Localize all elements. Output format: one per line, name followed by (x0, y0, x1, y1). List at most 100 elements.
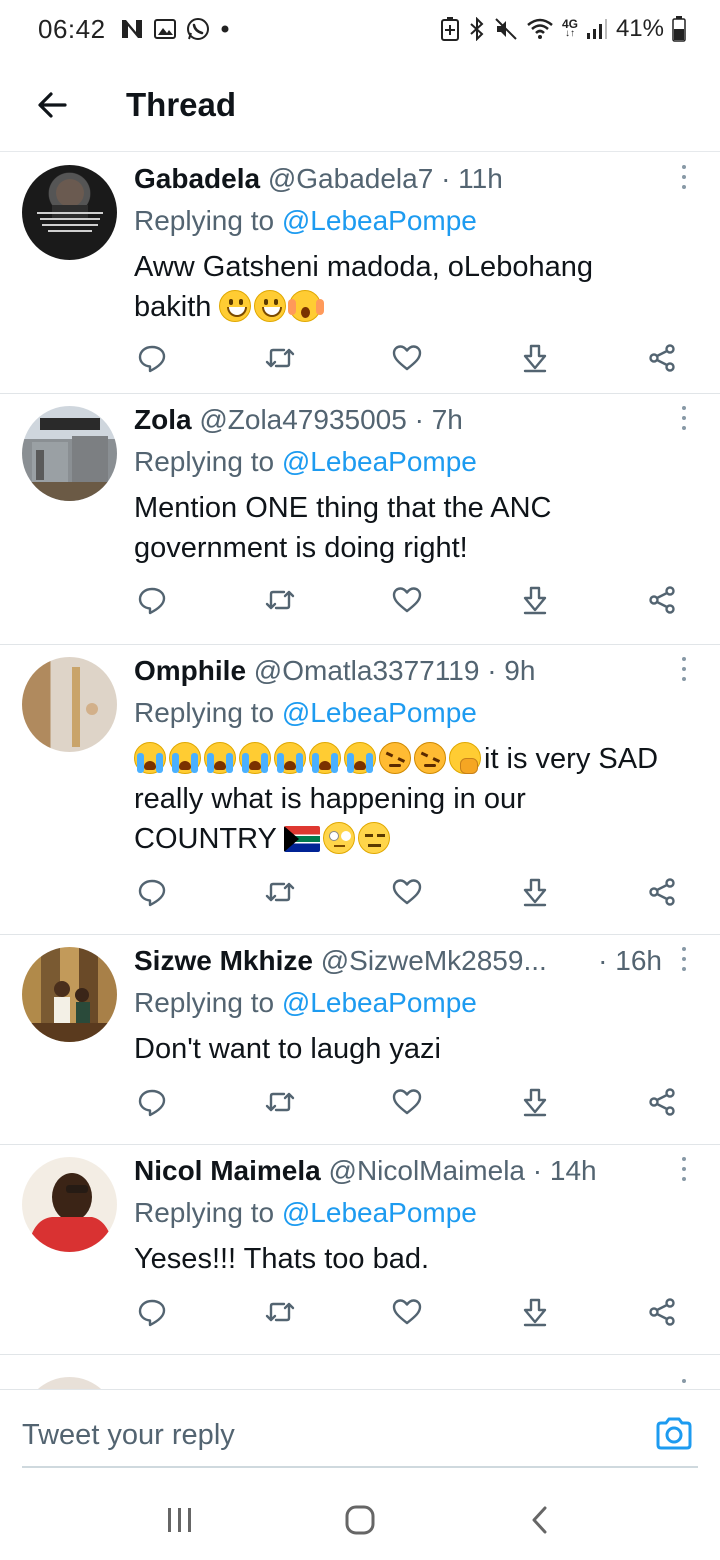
avatar[interactable] (22, 947, 117, 1042)
more-options-button[interactable] (672, 947, 696, 971)
download-button[interactable] (517, 582, 553, 618)
angry-face-emoji-icon (379, 742, 411, 774)
like-button[interactable] (389, 874, 425, 910)
recent-apps-button[interactable] (150, 1490, 210, 1550)
bluetooth-icon (468, 17, 486, 41)
retweet-button[interactable] (262, 1294, 298, 1330)
like-icon (392, 1089, 422, 1115)
display-name[interactable]: Gabadela (134, 163, 260, 194)
like-button[interactable] (389, 582, 425, 618)
share-button[interactable] (644, 874, 680, 910)
replying-to-handle[interactable]: @LebeaPompe (282, 205, 477, 236)
tweet-text-content: Aww Gatsheni madoda, oLebohang bakith (134, 251, 593, 323)
share-button[interactable] (644, 1294, 680, 1330)
display-name[interactable]: Nicol Maimela (134, 1155, 321, 1186)
more-options-button[interactable] (672, 406, 696, 430)
download-icon (523, 586, 546, 615)
replying-to: Replying to @LebeaPompe (134, 1193, 670, 1233)
separator: · (487, 655, 497, 686)
loudly-crying-face-emoji-icon (169, 742, 201, 774)
tweet[interactable]: Omphile @Omatla3377119 · 9h Replying to … (0, 645, 720, 935)
share-icon (649, 878, 675, 906)
replying-to-handle[interactable]: @LebeaPompe (282, 987, 477, 1018)
reply-button[interactable] (134, 874, 170, 910)
reply-button[interactable] (134, 1294, 170, 1330)
retweet-button[interactable] (262, 874, 298, 910)
signal-icon (586, 18, 608, 40)
more-options-button[interactable] (672, 657, 696, 681)
user-handle[interactable]: @NicolMaimela (329, 1155, 525, 1186)
download-button[interactable] (517, 1084, 553, 1120)
grinning-face-emoji-icon (219, 290, 252, 322)
system-back-button[interactable] (510, 1490, 570, 1550)
recent-apps-icon (168, 1507, 191, 1532)
download-button[interactable] (517, 340, 553, 376)
avatar-image (37, 179, 103, 232)
replying-to-handle[interactable]: @LebeaPompe (282, 446, 477, 477)
user-handle[interactable]: @Omatla3377119 (254, 655, 480, 686)
avatar[interactable] (22, 1377, 117, 1389)
like-button[interactable] (389, 340, 425, 376)
grinning-face-emoji-icon (254, 290, 287, 322)
share-button[interactable] (644, 1084, 680, 1120)
more-options-button[interactable] (672, 1379, 696, 1389)
tweet-actions (134, 874, 680, 910)
display-name[interactable]: Sizwe Mkhize (134, 943, 313, 979)
retweet-button[interactable] (262, 340, 298, 376)
network-4g-icon: 4G ↓↑ (561, 17, 578, 39)
avatar[interactable] (22, 165, 117, 260)
replying-to: Replying to @LebeaPompe (134, 442, 670, 482)
camera-button[interactable] (654, 1414, 694, 1454)
tweet[interactable]: Zola @Zola47935005 · 7h Replying to @Leb… (0, 394, 720, 645)
back-button[interactable] (22, 75, 82, 135)
south-africa-flag-emoji-icon (284, 826, 321, 852)
replying-to-handle[interactable]: @LebeaPompe (282, 697, 477, 728)
replying-to-label: Replying to (134, 697, 275, 728)
avatar[interactable] (22, 406, 117, 501)
display-name[interactable]: Zola (134, 404, 192, 435)
more-options-button[interactable] (672, 165, 696, 189)
status-time: 06:42 (38, 13, 106, 44)
reply-button[interactable] (134, 340, 170, 376)
reply-button[interactable] (134, 582, 170, 618)
expressionless-face-emoji-icon (358, 822, 391, 854)
tweet[interactable]: Gabadela @Gabadela7 · 11h Replying to @L… (0, 153, 720, 394)
tweet-time: 7h (431, 404, 463, 435)
tweet-body: Sizwe Mkhize @SizweMk2859... · 16h Reply… (134, 943, 662, 1069)
share-icon (649, 1298, 675, 1326)
avatar[interactable] (22, 657, 117, 752)
retweet-button[interactable] (262, 582, 298, 618)
tweet-header: Omphile @Omatla3377119 · 9h (134, 653, 670, 689)
replying-to-label: Replying to (134, 446, 275, 477)
download-button[interactable] (517, 874, 553, 910)
arrow-left-icon (38, 91, 67, 118)
reply-icon (138, 1089, 166, 1117)
avatar[interactable] (22, 1157, 117, 1252)
share-button[interactable] (644, 340, 680, 376)
share-button[interactable] (644, 582, 680, 618)
user-handle[interactable]: @Zola47935005 (199, 404, 406, 435)
display-name[interactable]: Omphile (134, 655, 246, 686)
loudly-crying-face-emoji-icon (134, 742, 166, 774)
replying-to-handle[interactable]: @LebeaPompe (282, 1197, 477, 1228)
tweet-header: Zola @Zola47935005 · 7h (134, 402, 670, 438)
loudly-crying-face-emoji-icon (309, 742, 341, 774)
retweet-button[interactable] (262, 1084, 298, 1120)
like-button[interactable] (389, 1294, 425, 1330)
tweet[interactable]: Sizwe Mkhize @SizweMk2859... · 16h Reply… (0, 935, 720, 1145)
download-button[interactable] (517, 1294, 553, 1330)
user-handle[interactable]: @SizweMk2859... (321, 943, 547, 979)
reply-input[interactable] (22, 1408, 622, 1462)
reply-button[interactable] (134, 1084, 170, 1120)
tweet[interactable]: Nicol Maimela @NicolMaimela · 14h Replyi… (0, 1145, 720, 1355)
tweet-partial[interactable] (0, 1355, 720, 1389)
tweet-text: Mention ONE thing that the ANC governmen… (134, 492, 552, 564)
more-options-button[interactable] (672, 1157, 696, 1181)
tweet-body: Gabadela @Gabadela7 · 11h Replying to @L… (134, 161, 670, 327)
user-handle[interactable]: @Gabadela7 (268, 163, 433, 194)
share-icon (649, 586, 675, 614)
like-button[interactable] (389, 1084, 425, 1120)
home-button[interactable] (330, 1490, 390, 1550)
avatar-image (27, 1173, 114, 1252)
thread-list[interactable]: Gabadela @Gabadela7 · 11h Replying to @L… (0, 153, 720, 1389)
